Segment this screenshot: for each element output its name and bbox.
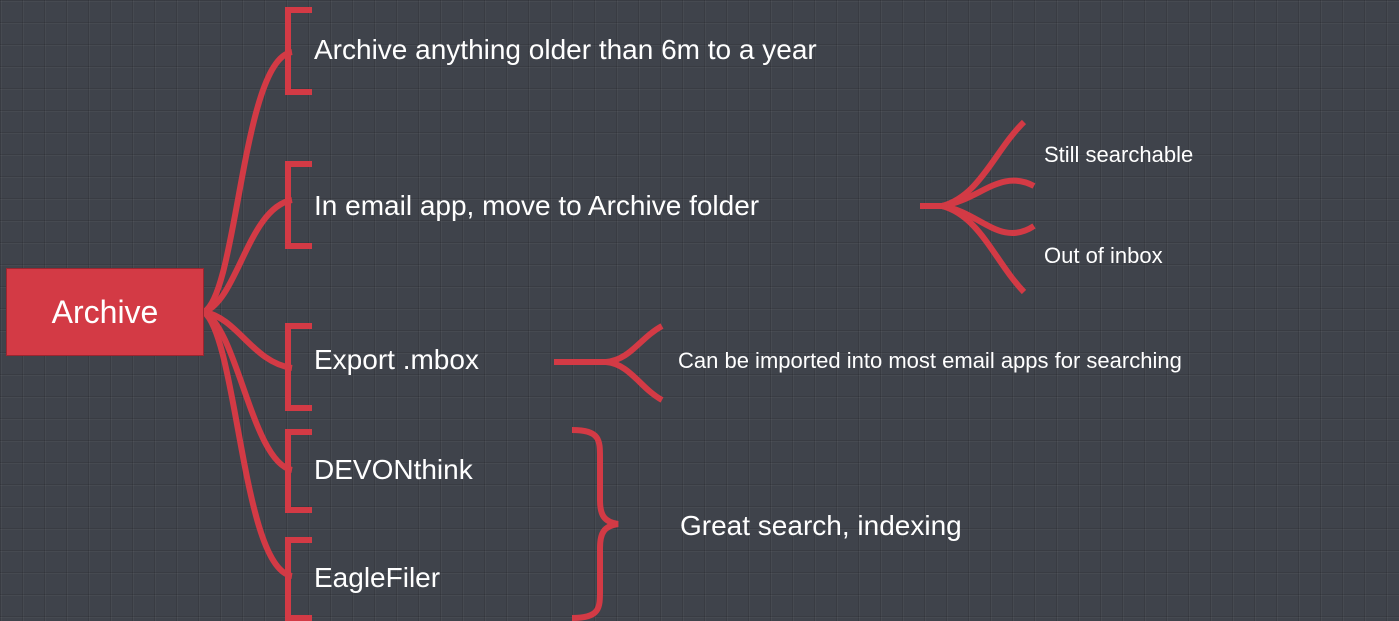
child-out-of-inbox[interactable]: Out of inbox [1044,245,1163,267]
branch-email-app[interactable]: In email app, move to Archive folder [314,192,759,220]
child-can-be-imported[interactable]: Can be imported into most email apps for… [678,350,1182,372]
branch-eaglefiler[interactable]: EagleFiler [314,564,440,592]
summary-great-search[interactable]: Great search, indexing [680,512,962,540]
bracket-branch-2 [285,161,312,249]
branch-export-mbox[interactable]: Export .mbox [314,346,479,374]
summary-brace [571,427,619,621]
branch-devonthink[interactable]: DEVONthink [314,456,473,484]
child-still-searchable[interactable]: Still searchable [1044,144,1193,166]
connector-root-to-branch-1 [202,49,294,315]
root-node-label: Archive [51,294,159,330]
root-node[interactable]: Archive [6,268,204,356]
mind-map-canvas: Archive Archive anything older than 6m t… [0,0,1399,621]
connector-branch-3-to-child-a [605,323,664,365]
branch-archive-older[interactable]: Archive anything older than 6m to a year [314,36,817,64]
connector-root-to-branch-5 [201,309,294,579]
connector-branch-2-to-child-1-b [941,177,1036,209]
connector-branch-3-to-child-b [605,359,664,403]
bracket-branch-5 [285,537,312,621]
connector-branch-2-to-child-2-b [941,203,1027,295]
